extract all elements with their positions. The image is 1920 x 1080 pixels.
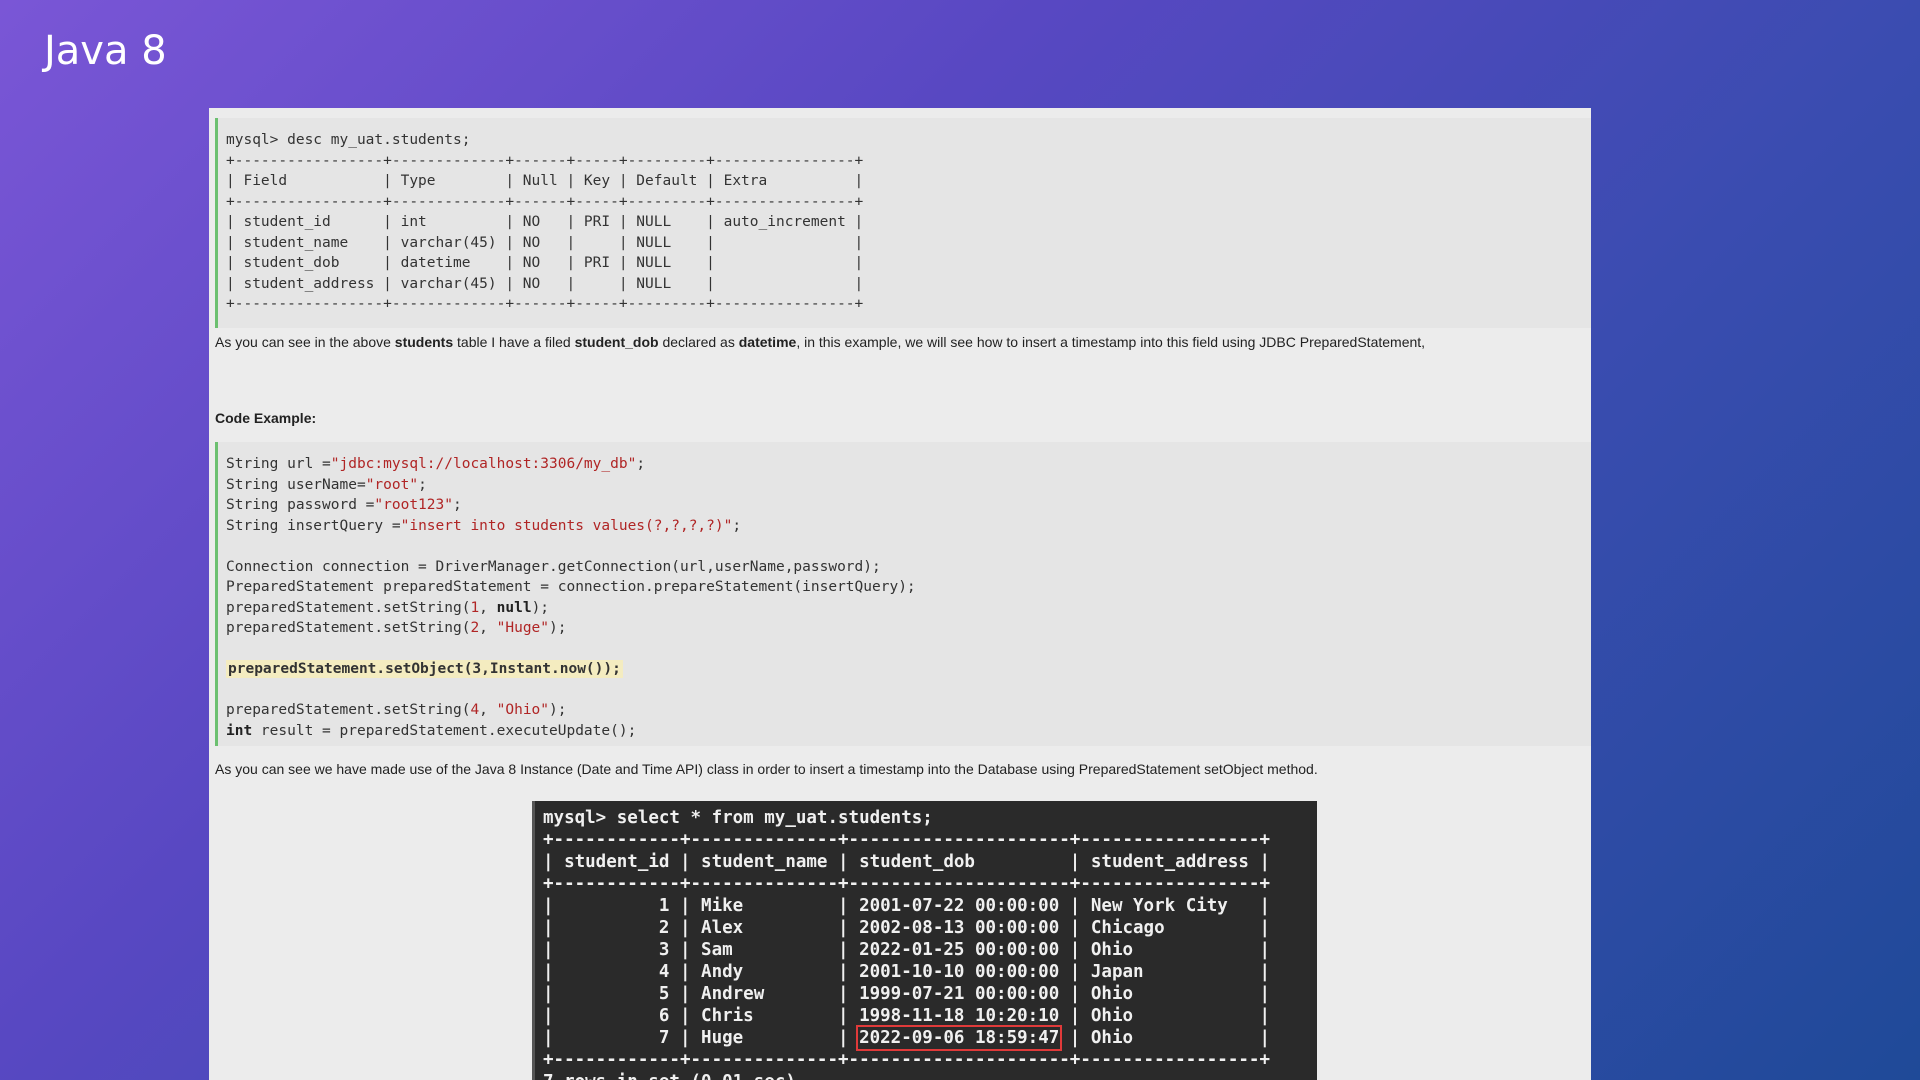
- terminal-row: | 5 | Andrew | 1999-07-21 00:00:00 | Ohi…: [543, 984, 1270, 1004]
- terminal-row: | 3 | Sam | 2022-01-25 00:00:00 | Ohio |: [543, 940, 1270, 960]
- desc-line: | student_address | varchar(45) | NO | |…: [226, 275, 864, 292]
- terminal-row: | 6 | Chris | 1998-11-18 10:20:10 | Ohio…: [543, 1006, 1270, 1026]
- desc-line: +-----------------+-------------+------+…: [226, 193, 864, 210]
- terminal-separator: +------------+--------------+-----------…: [543, 1050, 1270, 1070]
- para-text: table I have a filed: [453, 334, 575, 350]
- para-text: , in this example, we will see how to in…: [796, 334, 1426, 350]
- para-text: declared as: [658, 334, 739, 350]
- terminal-separator: +------------+--------------+-----------…: [543, 874, 1270, 894]
- code-line: PreparedStatement preparedStatement = co…: [226, 579, 916, 595]
- terminal-row: | 4 | Andy | 2001-10-10 00:00:00 | Japan…: [543, 962, 1270, 982]
- code-line: String insertQuery ="insert into student…: [226, 517, 742, 534]
- code-line: preparedStatement.setString(2, "Huge");: [226, 620, 567, 636]
- terminal-header: | student_id | student_name | student_do…: [543, 852, 1270, 872]
- terminal-separator: +------------+--------------+-----------…: [543, 830, 1270, 850]
- terminal-footer: 7 rows in set (0.01 sec): [543, 1071, 1317, 1080]
- terminal-row-highlighted: | 7 | Huge | 2022-09-06 18:59:47 | Ohio …: [543, 1025, 1270, 1051]
- terminal-command: mysql> select * from my_uat.students;: [543, 808, 933, 828]
- code-heading: Code Example:: [215, 410, 317, 426]
- slide-title: Java 8: [44, 28, 167, 74]
- para-bold: students: [394, 334, 454, 350]
- code-line: String url ="jdbc:mysql://localhost:3306…: [226, 456, 646, 472]
- highlighted-timestamp: 2022-09-06 18:59:47: [856, 1025, 1063, 1051]
- para-bold: datetime: [738, 334, 797, 350]
- terminal-row: | 2 | Alex | 2002-08-13 00:00:00 | Chica…: [543, 918, 1270, 938]
- para-text: As you can see in the above: [215, 334, 395, 350]
- desc-line: | student_id | int | NO | PRI | NULL | a…: [226, 214, 864, 230]
- desc-line: | student_name | varchar(45) | NO | | NU…: [226, 234, 864, 251]
- desc-line: | Field | Type | Null | Key | Default | …: [226, 173, 864, 189]
- code-line: int result = preparedStatement.executeUp…: [226, 722, 637, 739]
- desc-table-block: mysql> desc my_uat.students; +----------…: [215, 118, 1591, 328]
- code-line: preparedStatement.setString(4, "Ohio");: [226, 702, 567, 718]
- code-line-highlighted: preparedStatement.setObject(3,Instant.no…: [226, 659, 1591, 680]
- terminal-output: mysql> select * from my_uat.students; +-…: [532, 801, 1317, 1080]
- highlighted-setobject: preparedStatement.setObject(3,Instant.no…: [226, 660, 623, 678]
- explanation-paragraph: As you can see we have made use of the J…: [215, 761, 1318, 777]
- code-line: String password ="root123";: [226, 497, 462, 513]
- desc-line: mysql> desc my_uat.students;: [226, 132, 471, 148]
- content-panel: mysql> desc my_uat.students; +----------…: [209, 108, 1591, 1080]
- code-line: preparedStatement.setString(1, null);: [226, 599, 550, 616]
- para-bold: student_dob: [574, 334, 659, 350]
- intro-paragraph: As you can see in the above students tab…: [215, 334, 1571, 350]
- desc-line: +-----------------+-------------+------+…: [226, 296, 864, 312]
- code-example-block: String url ="jdbc:mysql://localhost:3306…: [215, 442, 1591, 746]
- code-line: Connection connection = DriverManager.ge…: [226, 558, 881, 575]
- code-line: String userName="root";: [226, 476, 427, 493]
- desc-line: +-----------------+-------------+------+…: [226, 152, 864, 169]
- desc-line: | student_dob | datetime | NO | PRI | NU…: [226, 255, 864, 271]
- terminal-row: | 1 | Mike | 2001-07-22 00:00:00 | New Y…: [543, 896, 1270, 916]
